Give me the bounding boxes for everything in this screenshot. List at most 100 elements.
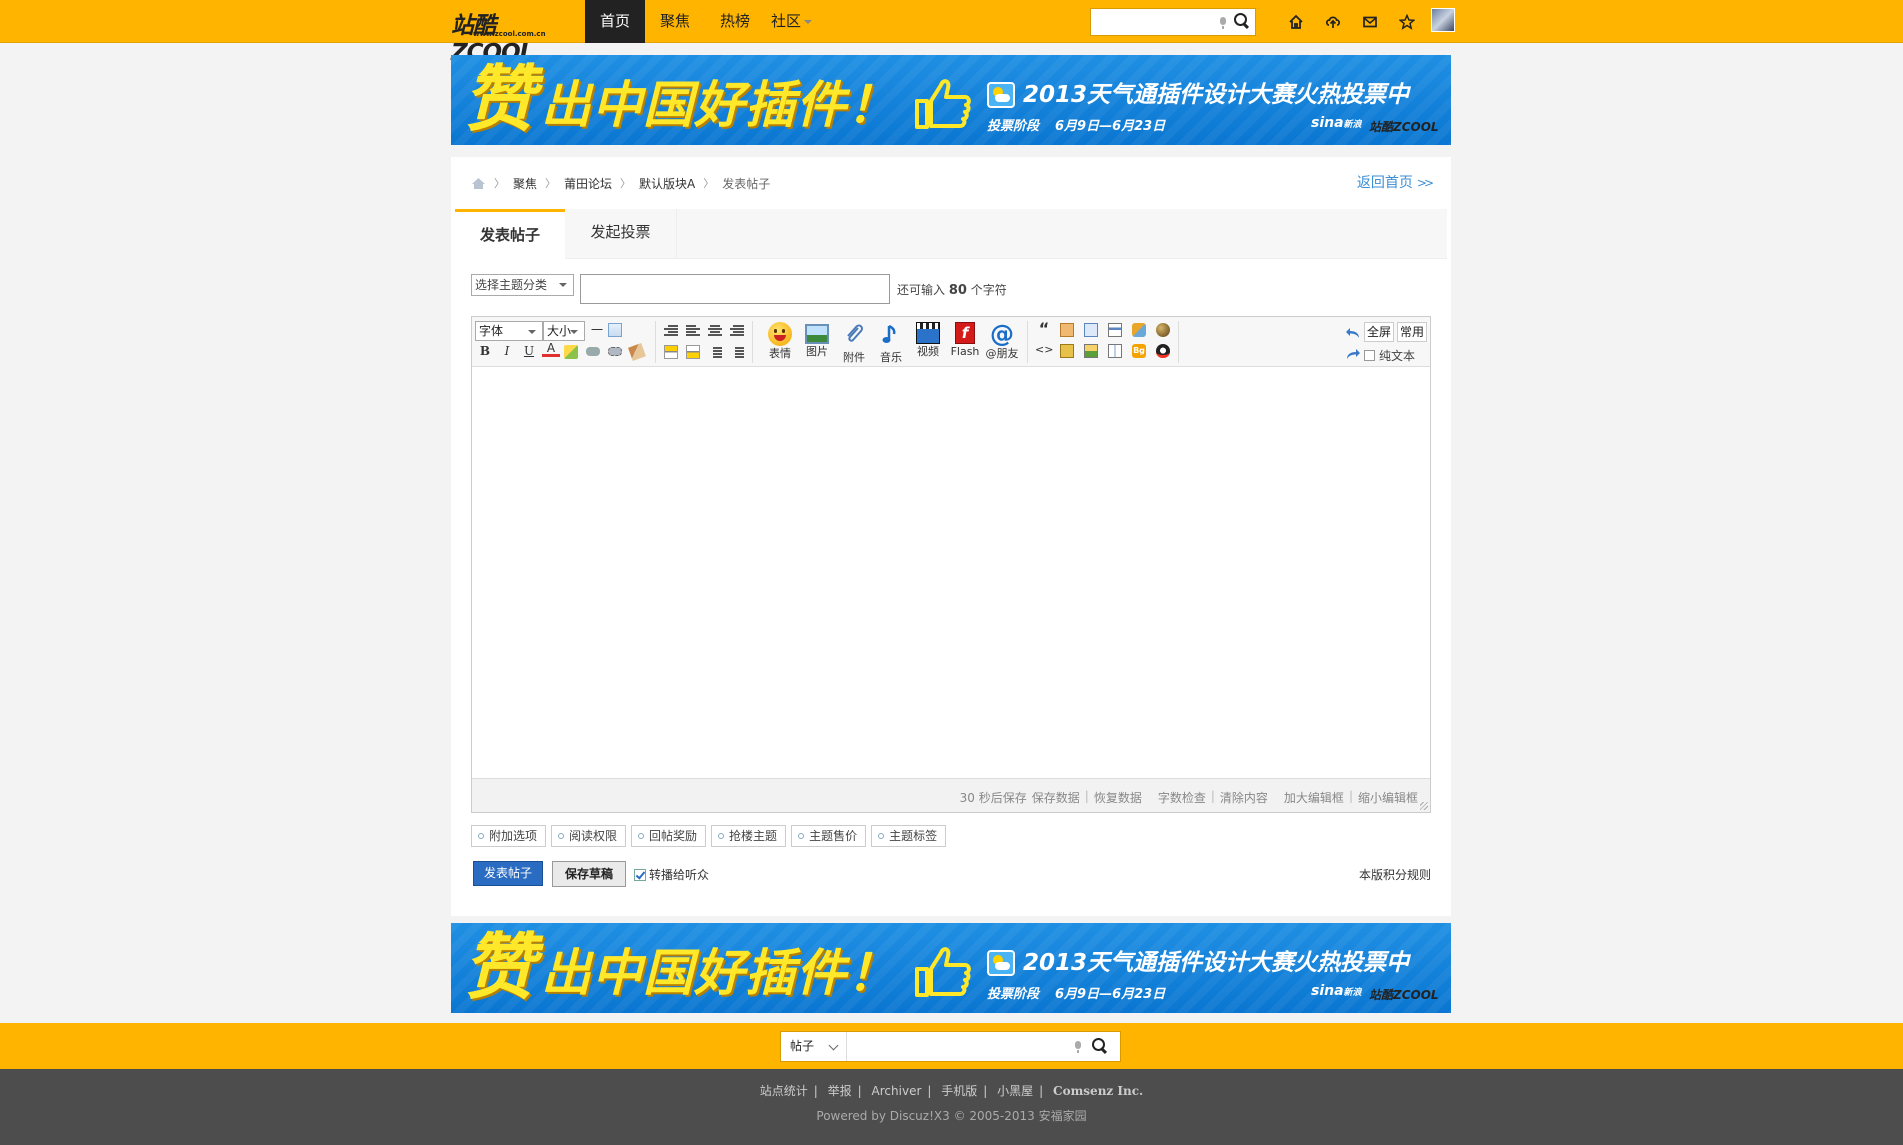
unlink-icon[interactable]: [608, 347, 622, 356]
font-color-button[interactable]: A: [542, 341, 560, 357]
search-icon[interactable]: [1092, 1038, 1108, 1054]
top-ad-banner[interactable]: 赞 出中国好插件！ 2013天气通插件设计大赛火热投票中 投票阶段 6月9日—6…: [451, 55, 1451, 145]
bold-button[interactable]: B: [476, 342, 494, 360]
clear-content-link[interactable]: 清除内容: [1220, 789, 1268, 806]
home-icon[interactable]: [471, 177, 486, 190]
video-button[interactable]: 视频: [911, 321, 945, 365]
redo-icon[interactable]: [1345, 348, 1361, 360]
emoticon-button[interactable]: 表情: [763, 321, 797, 365]
bottom-search-box: 帖子: [780, 1031, 1121, 1062]
unordered-list-icon[interactable]: [730, 347, 744, 359]
undo-icon[interactable]: [1345, 327, 1361, 339]
ordered-list-icon[interactable]: [708, 347, 722, 359]
nav-item-focus[interactable]: 聚焦: [645, 0, 705, 43]
nav-item-community[interactable]: 社区: [765, 0, 818, 43]
image-button[interactable]: 图片: [800, 321, 834, 365]
font-family-select[interactable]: 字体: [475, 321, 543, 341]
quote-button[interactable]: “: [1035, 320, 1053, 338]
user-avatar[interactable]: [1431, 8, 1455, 32]
banner-phase: 投票阶段: [987, 987, 1040, 1002]
nav-item-home[interactable]: 首页: [585, 0, 646, 43]
music-button[interactable]: 音乐: [874, 321, 908, 365]
credit-rules-link[interactable]: 本版积分规则: [1359, 866, 1431, 883]
option-reply-reward[interactable]: 回帖奖励: [631, 825, 707, 847]
nav-item-hot[interactable]: 热榜: [705, 0, 765, 43]
align-center-icon[interactable]: [708, 325, 722, 337]
float-right-icon[interactable]: [686, 345, 700, 359]
music-disc-icon[interactable]: [1156, 323, 1170, 337]
tab-new-poll[interactable]: 发起投票: [565, 209, 677, 259]
upload-button[interactable]: [1314, 0, 1351, 43]
word-count-check-link[interactable]: 字数检查: [1158, 789, 1206, 806]
editor-content-area[interactable]: [472, 368, 1430, 779]
footer-link-stats[interactable]: 站点统计: [760, 1084, 808, 1098]
underline-button[interactable]: U: [520, 342, 538, 360]
search-icon[interactable]: [1234, 13, 1250, 29]
breadcrumb-forum[interactable]: 莆田论坛: [564, 175, 612, 192]
sync-to-followers-toggle[interactable]: 转播给听众: [634, 866, 709, 883]
favorite-button[interactable]: [1388, 0, 1425, 43]
site-logo[interactable]: 站酷ZCOOL www.zcool.com.cn: [451, 6, 575, 66]
plain-text-checkbox[interactable]: [1364, 350, 1375, 361]
password-icon[interactable]: [1132, 323, 1146, 337]
attachment-button[interactable]: 附件: [837, 321, 871, 365]
lock-icon[interactable]: [1060, 344, 1074, 358]
shrink-editor-link[interactable]: 缩小编辑框: [1358, 789, 1418, 806]
option-topic-price[interactable]: 主题售价: [791, 825, 867, 847]
sync-checkbox[interactable]: [634, 868, 646, 881]
table-icon[interactable]: [608, 323, 622, 337]
search-type-select[interactable]: 帖子: [781, 1032, 847, 1061]
flash-button[interactable]: f Flash: [948, 321, 982, 365]
tab-new-post[interactable]: 发表帖子: [455, 209, 565, 260]
footer-brand-link[interactable]: Comsenz Inc.: [1053, 1084, 1143, 1098]
float-left-icon[interactable]: [664, 345, 678, 359]
italic-button[interactable]: I: [498, 342, 516, 360]
footer-link-blackroom[interactable]: 小黑屋: [997, 1084, 1033, 1098]
mention-friend-button[interactable]: @ @朋友: [985, 321, 1019, 365]
topic-category-select[interactable]: 选择主题分类: [471, 274, 574, 296]
free-content-icon[interactable]: [1084, 323, 1098, 337]
footer-link-archiver[interactable]: Archiver: [872, 1084, 922, 1098]
highlight-icon[interactable]: [564, 345, 578, 359]
home-button[interactable]: [1277, 0, 1314, 43]
option-topic-tags[interactable]: 主题标签: [871, 825, 947, 847]
align-left-icon[interactable]: [686, 325, 700, 337]
option-extra[interactable]: 附加选项: [471, 825, 547, 847]
microphone-icon[interactable]: [1219, 17, 1227, 29]
breadcrumb-board[interactable]: 默认版块A: [639, 175, 695, 192]
qq-icon[interactable]: [1156, 344, 1170, 358]
microphone-icon[interactable]: [1074, 1041, 1082, 1053]
option-read-permission[interactable]: 阅读权限: [551, 825, 627, 847]
fullscreen-button[interactable]: 全屏: [1364, 322, 1394, 342]
enlarge-editor-link[interactable]: 加大编辑框: [1284, 789, 1344, 806]
background-icon[interactable]: Bg: [1132, 344, 1146, 358]
font-size-select[interactable]: 大小: [543, 321, 585, 341]
align-right-icon[interactable]: [664, 325, 678, 337]
option-floor-rush[interactable]: 抢楼主题: [711, 825, 787, 847]
clear-format-icon[interactable]: [628, 343, 646, 361]
columns-icon[interactable]: [1108, 344, 1122, 358]
save-draft-button[interactable]: 保存草稿: [552, 861, 626, 887]
restore-data-link[interactable]: 恢复数据: [1094, 789, 1142, 806]
back-home-link[interactable]: 返回首页 >>: [1357, 172, 1434, 192]
hide-content-icon[interactable]: [1060, 323, 1074, 337]
bottom-ad-banner[interactable]: 赞 出中国好插件！ 2013天气通插件设计大赛火热投票中 投票阶段 6月9日—6…: [451, 923, 1451, 1013]
footer-link-report[interactable]: 举报: [828, 1084, 852, 1098]
gallery-icon[interactable]: [1084, 344, 1098, 358]
submit-post-button[interactable]: 发表帖子: [473, 861, 543, 886]
resize-handle-icon[interactable]: [1420, 802, 1428, 810]
plain-text-toggle[interactable]: 纯文本: [1364, 347, 1415, 364]
footer-link-mobile[interactable]: 手机版: [941, 1084, 977, 1098]
code-button[interactable]: <>: [1035, 341, 1053, 359]
link-icon[interactable]: [586, 347, 600, 356]
top-search-input[interactable]: [1095, 12, 1213, 32]
breadcrumb-focus[interactable]: 聚焦: [513, 175, 537, 192]
post-title-input[interactable]: [580, 274, 890, 304]
page-break-icon[interactable]: [1108, 323, 1122, 337]
align-justify-icon[interactable]: [730, 325, 744, 337]
mail-button[interactable]: [1351, 0, 1388, 43]
save-data-link[interactable]: 保存数据: [1032, 789, 1080, 806]
common-tools-button[interactable]: 常用: [1397, 322, 1427, 342]
horizontal-rule-button[interactable]: 一: [588, 321, 606, 339]
bottom-search-input[interactable]: [853, 1036, 1063, 1057]
